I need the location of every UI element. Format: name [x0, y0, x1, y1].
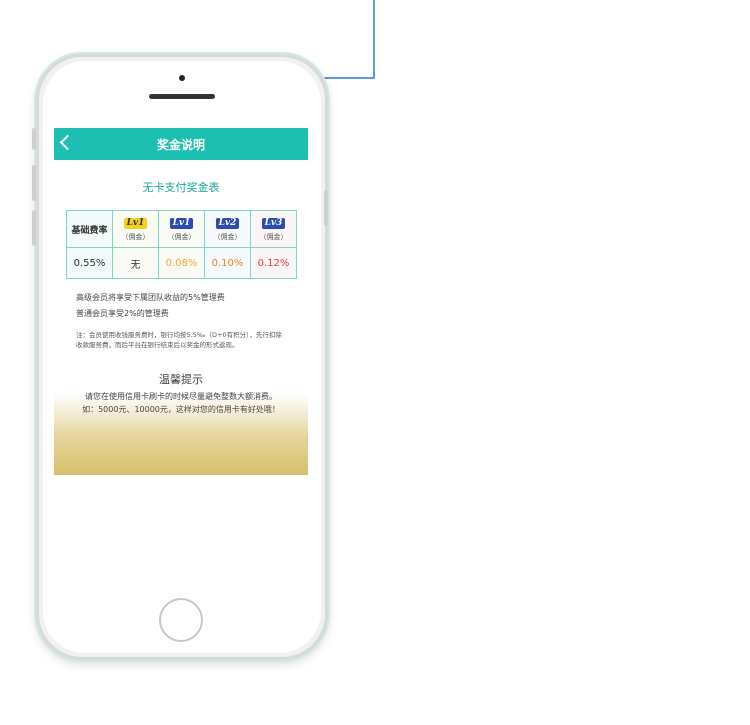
level-cell-2: Lv2 （佣金）	[204, 210, 251, 248]
level-1-value: 0.08%	[158, 247, 205, 279]
level-cell-3: Lv3 （佣金）	[250, 210, 297, 248]
connector-line-vertical	[373, 0, 375, 78]
table-title: 无卡支付奖金表	[142, 181, 220, 194]
mute-switch	[32, 128, 36, 150]
level-cell-1: Lv1 （佣金）	[158, 210, 205, 248]
earpiece-speaker	[149, 94, 215, 99]
level-sub-label: （佣金）	[213, 232, 242, 241]
tips-title: 温馨提示	[159, 373, 203, 386]
level-badge-icon: Lv3	[261, 217, 286, 229]
level-0-value: 无	[112, 247, 159, 279]
base-rate-value: 0.55%	[66, 247, 113, 279]
level-2-value: 0.10%	[204, 247, 251, 279]
footnote: 注：会员使用收钱服务费时，银行均按5.5‰（D+0有积分），先行扣除收款服务费，…	[76, 331, 282, 349]
bonus-content: 无卡支付奖金表 基础费率 Lv1 （佣金） Lv1 （佣金） Lv2 （佣金） …	[54, 160, 308, 475]
level-sub-label: （佣金）	[259, 232, 288, 241]
rate-header-label: 基础费率	[71, 225, 108, 236]
rate-header-cell: 基础费率	[66, 210, 113, 248]
front-camera	[179, 75, 185, 81]
phone-screen: 奖金说明 无卡支付奖金表 基础费率 Lv1 （佣金） Lv1 （佣金） Lv2 …	[54, 128, 308, 580]
volume-down-button	[32, 210, 36, 246]
note-senior-member: 高级会员将享受下属团队收益的5%管理费	[76, 293, 225, 302]
power-button	[324, 190, 328, 226]
level-badge-icon: Lv1	[169, 217, 194, 229]
page-title: 奖金说明	[156, 138, 205, 152]
navbar: 奖金说明	[54, 128, 308, 160]
level-badge-icon: Lv1	[123, 217, 148, 229]
level-cell-0: Lv1 （佣金）	[112, 210, 159, 248]
level-sub-label: （佣金）	[121, 232, 150, 241]
table-header-row: 基础费率 Lv1 （佣金） Lv1 （佣金） Lv2 （佣金） Lv3 （佣金）	[66, 210, 297, 248]
tips-line-2: 如：5000元、10000元，这样对您的信用卡有好处哦！	[82, 405, 280, 414]
level-sub-label: （佣金）	[167, 232, 196, 241]
table-value-row: 0.55% 无 0.08% 0.10% 0.12%	[66, 247, 297, 279]
level-3-value: 0.12%	[250, 247, 297, 279]
home-button[interactable]	[159, 598, 203, 642]
tips-line-1: 请您在使用信用卡刷卡的时候尽量避免整数大额消费。	[85, 392, 277, 401]
volume-up-button	[32, 165, 36, 201]
bonus-table: 基础费率 Lv1 （佣金） Lv1 （佣金） Lv2 （佣金） Lv3 （佣金）	[66, 210, 297, 279]
note-regular-member: 普通会员享受2%的管理费	[76, 309, 169, 318]
level-badge-icon: Lv2	[215, 217, 240, 229]
